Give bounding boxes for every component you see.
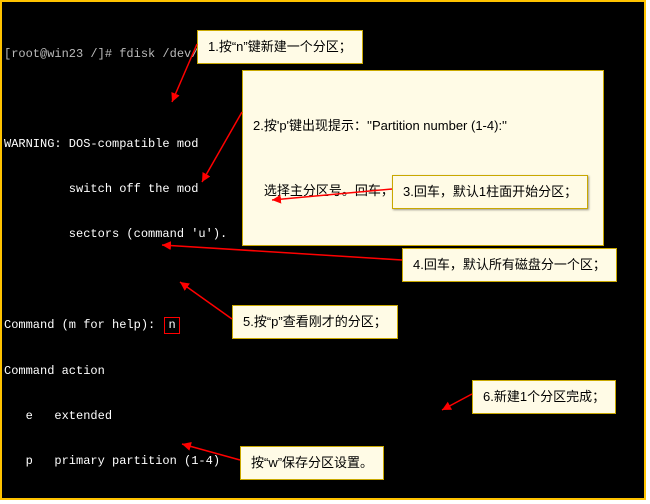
terminal-window: [root@win23 /]# fdisk /dev/vdb WARNING: …: [0, 0, 646, 500]
cmd-action: Command action: [2, 364, 644, 379]
callout-2: 2.按'p'键出现提示：''Partition number (1-4):'' …: [242, 70, 604, 246]
cmd1-label: Command (m for help):: [4, 318, 162, 332]
callout-4: 4.回车，默认所有磁盘分一个区；: [402, 248, 617, 282]
callout-5: 5.按“p”查看刚才的分区；: [232, 305, 398, 339]
warn1a: WARNING: DOS-compatible mod: [4, 137, 198, 151]
warn2a: switch off the mod: [4, 182, 198, 196]
callout-1: 1.按“n”键新建一个分区；: [197, 30, 363, 64]
callout-7: 按“w”保存分区设置。: [240, 446, 384, 480]
callout-3: 3.回车，默认1柱面开始分区；: [392, 175, 588, 209]
callout-2a: 2.按'p'键出现提示：''Partition number (1-4):'': [253, 116, 593, 136]
cmd1-input[interactable]: n: [164, 317, 179, 334]
callout-6: 6.新建1个分区完成；: [472, 380, 616, 414]
p-line: p: [2, 499, 644, 500]
